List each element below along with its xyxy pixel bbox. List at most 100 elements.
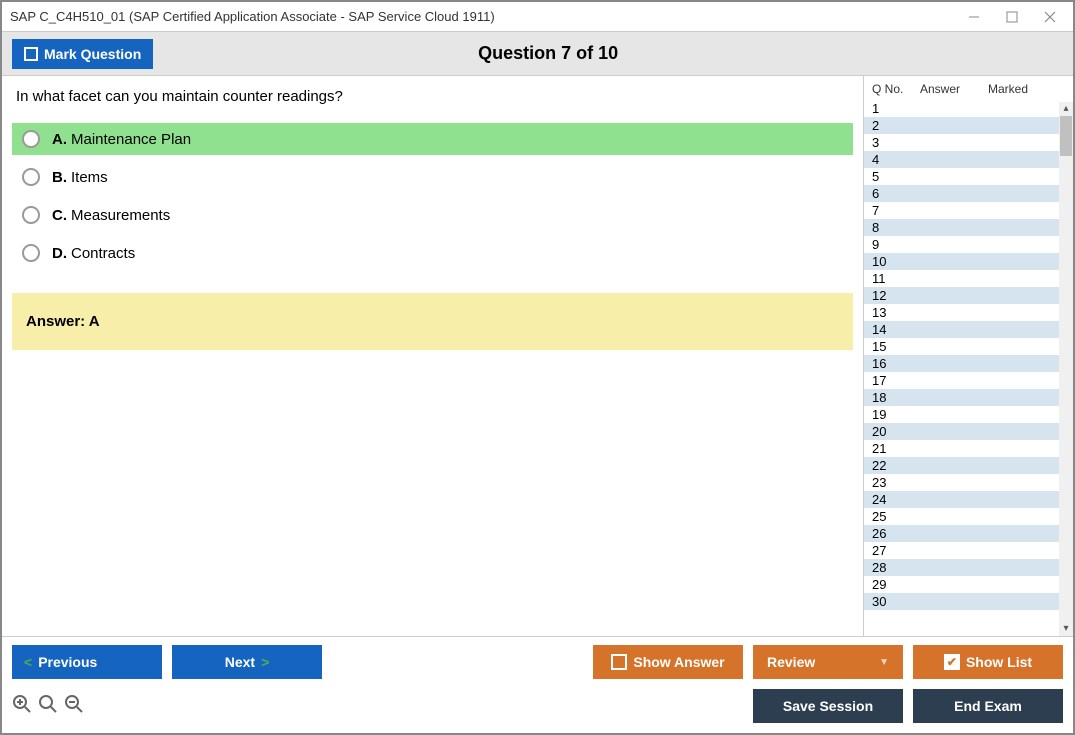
option-text: Measurements [71,207,170,224]
radio-icon [22,244,40,262]
scroll-thumb[interactable] [1060,116,1072,156]
review-label: Review [767,654,815,670]
qno: 8 [872,220,920,235]
qno: 22 [872,458,920,473]
list-item[interactable]: 1 [864,100,1073,117]
list-item[interactable]: 16 [864,355,1073,372]
list-item[interactable]: 29 [864,576,1073,593]
qno: 15 [872,339,920,354]
options-list: A. Maintenance Plan B. Items C. Measuremen… [12,123,853,269]
list-item[interactable]: 5 [864,168,1073,185]
list-item[interactable]: 19 [864,406,1073,423]
list-item[interactable]: 26 [864,525,1073,542]
list-item[interactable]: 24 [864,491,1073,508]
radio-icon [22,168,40,186]
list-item[interactable]: 17 [864,372,1073,389]
qno: 29 [872,577,920,592]
list-item[interactable]: 9 [864,236,1073,253]
scroll-down-icon[interactable]: ▾ [1059,622,1073,636]
qno: 24 [872,492,920,507]
qno: 20 [872,424,920,439]
save-session-button[interactable]: Save Session [753,689,903,723]
qno: 3 [872,135,920,150]
list-item[interactable]: 22 [864,457,1073,474]
show-list-button[interactable]: ✔ Show List [913,645,1063,679]
list-item[interactable]: 14 [864,321,1073,338]
list-item[interactable]: 3 [864,134,1073,151]
app-window: SAP C_C4H510_01 (SAP Certified Applicati… [0,0,1075,735]
list-item[interactable]: 21 [864,440,1073,457]
list-item[interactable]: 20 [864,423,1073,440]
col-qno: Q No. [872,82,920,96]
close-icon[interactable] [1043,10,1057,24]
option-letter: B. [52,169,67,186]
footer-row-2: Save Session End Exam [12,689,1063,723]
chevron-right-icon: > [261,654,269,670]
qno: 11 [872,271,920,286]
review-button[interactable]: Review ▼ [753,645,903,679]
list-item[interactable]: 15 [864,338,1073,355]
next-label: Next [225,654,255,670]
show-answer-button[interactable]: Show Answer [593,645,743,679]
option-letter: D. [52,245,67,262]
zoom-in-icon[interactable] [12,694,32,719]
list-item[interactable]: 2 [864,117,1073,134]
sidebar-body[interactable]: 1234567891011121314151617181920212223242… [864,100,1073,636]
list-item[interactable]: 27 [864,542,1073,559]
qno: 7 [872,203,920,218]
zoom-controls [12,694,84,719]
list-item[interactable]: 10 [864,253,1073,270]
option-a[interactable]: A. Maintenance Plan [12,123,853,155]
list-item[interactable]: 25 [864,508,1073,525]
qno: 2 [872,118,920,133]
save-session-label: Save Session [783,698,873,714]
footer-row-1: < Previous Next > Show Answer Review ▼ ✔… [12,645,1063,679]
show-answer-label: Show Answer [633,654,724,670]
previous-button[interactable]: < Previous [12,645,162,679]
list-item[interactable]: 12 [864,287,1073,304]
sidebar-header: Q No. Answer Marked [864,76,1073,100]
scrollbar[interactable]: ▴ ▾ [1059,102,1073,636]
list-item[interactable]: 4 [864,151,1073,168]
next-button[interactable]: Next > [172,645,322,679]
question-counter: Question 7 of 10 [33,43,1063,64]
col-answer: Answer [920,82,988,96]
list-item[interactable]: 23 [864,474,1073,491]
end-exam-button[interactable]: End Exam [913,689,1063,723]
option-b[interactable]: B. Items [12,161,853,193]
qno: 1 [872,101,920,116]
checkbox-icon [611,654,627,670]
list-item[interactable]: 30 [864,593,1073,610]
zoom-icon[interactable] [38,694,58,719]
window-title: SAP C_C4H510_01 (SAP Certified Applicati… [10,9,967,24]
list-item[interactable]: 11 [864,270,1073,287]
list-item[interactable]: 13 [864,304,1073,321]
scroll-up-icon[interactable]: ▴ [1059,102,1073,116]
list-item[interactable]: 18 [864,389,1073,406]
list-item[interactable]: 28 [864,559,1073,576]
question-text: In what facet can you maintain counter r… [12,88,853,105]
chevron-down-icon: ▼ [879,657,889,668]
end-exam-label: End Exam [954,698,1022,714]
qno: 13 [872,305,920,320]
show-list-label: Show List [966,654,1032,670]
qno: 19 [872,407,920,422]
list-item[interactable]: 7 [864,202,1073,219]
qno: 10 [872,254,920,269]
minimize-icon[interactable] [967,10,981,24]
option-text: Maintenance Plan [71,131,191,148]
option-text: Contracts [71,245,135,262]
titlebar: SAP C_C4H510_01 (SAP Certified Applicati… [2,2,1073,32]
list-item[interactable]: 6 [864,185,1073,202]
qno: 12 [872,288,920,303]
list-item[interactable]: 8 [864,219,1073,236]
option-d[interactable]: D. Contracts [12,237,853,269]
option-c[interactable]: C. Measurements [12,199,853,231]
maximize-icon[interactable] [1005,10,1019,24]
qno: 5 [872,169,920,184]
qno: 30 [872,594,920,609]
checkbox-checked-icon: ✔ [944,654,960,670]
zoom-out-icon[interactable] [64,694,84,719]
qno: 6 [872,186,920,201]
qno: 27 [872,543,920,558]
